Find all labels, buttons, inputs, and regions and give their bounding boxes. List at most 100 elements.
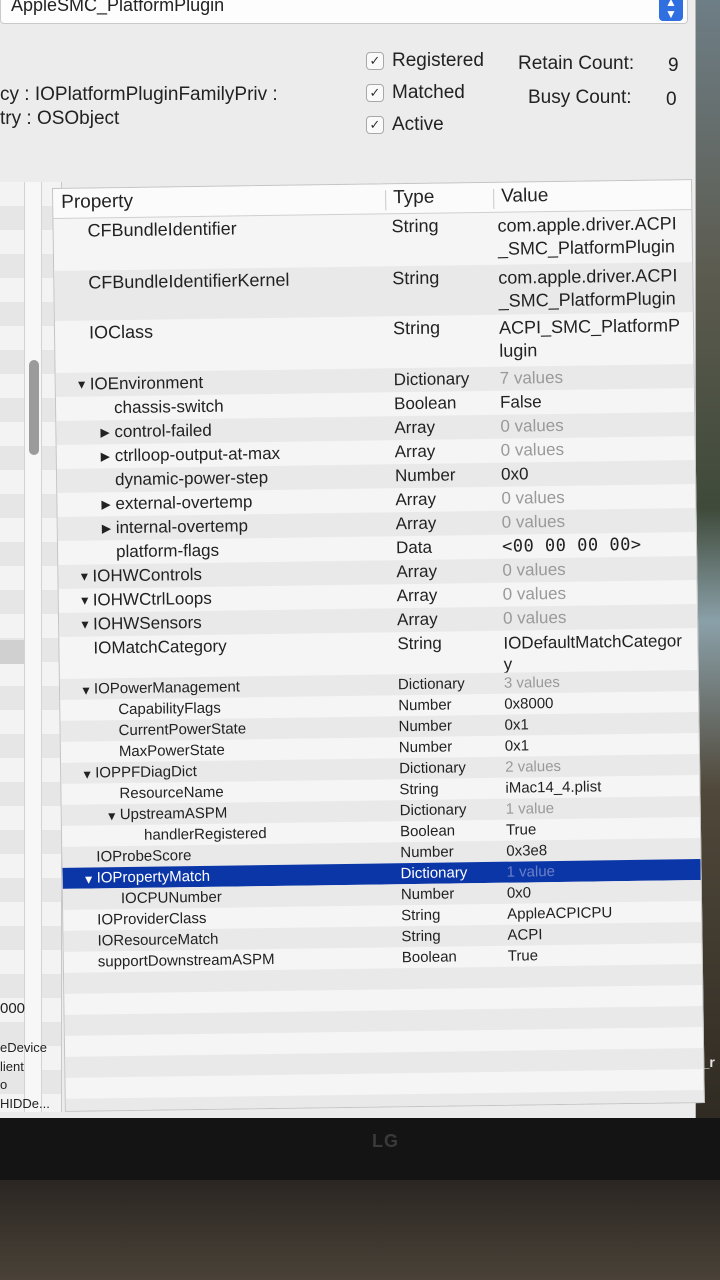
disclosure-open-icon[interactable]: ▼ [81, 767, 93, 781]
disclosure-open-icon[interactable]: ▼ [76, 378, 88, 392]
disclosure-closed-icon[interactable]: ▶ [100, 425, 109, 439]
property-name: CapabilityFlags [118, 699, 221, 719]
property-name: IOPropertyMatch [96, 867, 211, 887]
column-separator[interactable] [385, 190, 387, 211]
checkmark-icon: ✓ [366, 116, 384, 134]
checkmark-icon: ✓ [366, 84, 384, 102]
property-type: Number [400, 843, 454, 862]
property-value: 0 values [502, 583, 567, 604]
table-row[interactable]: CFBundleIdentifier String com.apple.driver… [53, 210, 692, 271]
property-type: String [397, 633, 442, 654]
property-value: 1 value [505, 800, 555, 818]
property-type: Dictionary [399, 759, 466, 778]
tree-selected-row[interactable] [0, 640, 24, 664]
disclosure-closed-icon[interactable]: ▶ [101, 449, 110, 463]
column-separator[interactable] [493, 188, 495, 209]
property-value: 0 values [501, 511, 566, 532]
plane-select[interactable]: AppleSMC_PlatformPlugin ▲ ▼ [0, 0, 688, 24]
tree-item[interactable]: HIDDe... [0, 1096, 50, 1111]
property-value: 0x8000 [504, 695, 554, 713]
busy-count-label: Busy Count: [528, 87, 632, 108]
property-type: Array [395, 489, 437, 510]
tree-item[interactable]: lient [0, 1059, 24, 1074]
property-value: ACPI_SMC_PlatformPlugin [498, 315, 681, 361]
disclosure-closed-icon[interactable]: ▶ [101, 497, 110, 511]
property-type: Data [395, 537, 433, 558]
disclosure-open-icon[interactable]: ▼ [79, 617, 91, 631]
property-value: 0x0 [506, 884, 532, 902]
property-type: Number [398, 738, 453, 757]
property-type: Array [396, 561, 438, 582]
matched-checkbox[interactable]: ✓ Matched [366, 82, 465, 104]
property-name: IOResourceMatch [97, 930, 219, 950]
tree-item[interactable]: eDevice [0, 1040, 47, 1055]
property-name: dynamic-power-step [114, 468, 269, 490]
disclosure-open-icon[interactable]: ▼ [78, 570, 90, 584]
disclosure-open-icon[interactable]: ▼ [106, 809, 118, 823]
checkmark-icon: ✓ [366, 52, 384, 70]
monitor-brand-logo: LG [372, 1131, 399, 1151]
property-name: chassis-switch [113, 396, 224, 418]
property-name: IOHWCtrlLoops [92, 588, 212, 610]
property-name: ResourceName [119, 783, 224, 803]
property-type: Boolean [393, 393, 457, 414]
property-name: UpstreamASPM [119, 804, 228, 824]
property-value: 0 values [501, 487, 565, 508]
disclosure-open-icon[interactable]: ▼ [80, 683, 92, 697]
desk-surface [0, 1180, 720, 1280]
chevron-updown-icon[interactable]: ▲ ▼ [659, 0, 683, 21]
property-name: IOProviderClass [97, 909, 207, 929]
property-name: CFBundleIdentifier [87, 218, 237, 241]
property-type: Array [396, 585, 438, 606]
disclosure-open-icon[interactable]: ▼ [83, 872, 95, 886]
disclosure-closed-icon[interactable]: ▶ [102, 521, 111, 535]
property-name: IOCPUNumber [120, 888, 222, 908]
property-value: 0 values [500, 415, 564, 436]
property-value: True [505, 821, 537, 839]
tree-scrollbar[interactable] [24, 182, 42, 1112]
tree-scrollbar-thumb[interactable] [29, 360, 39, 455]
property-value: 3 values [503, 673, 560, 692]
registered-label: Registered [392, 50, 484, 71]
tree-item[interactable]: o [0, 1077, 7, 1092]
column-header-type[interactable]: Type [393, 187, 435, 210]
property-name: IOPowerManagement [93, 678, 241, 698]
property-value: com.apple.driver.ACPI_SMC_PlatformPlugin [498, 265, 678, 311]
property-table[interactable]: Property Type Value CFBundleIdentifier St… [52, 179, 705, 1112]
property-type: Array [394, 441, 436, 462]
property-value: 0x1 [504, 737, 530, 755]
property-value: AppleACPICPU [507, 904, 613, 923]
property-type: String [401, 906, 441, 925]
property-type: Number [394, 465, 456, 486]
disclosure-open-icon[interactable]: ▼ [79, 594, 91, 608]
property-name: IOClass [88, 321, 154, 343]
retain-count-value: 9 [668, 55, 679, 76]
property-value: 0 values [500, 439, 565, 460]
property-value: True [507, 947, 539, 965]
property-type: Dictionary [399, 801, 467, 820]
property-type: Boolean [401, 948, 457, 967]
property-value: 0x3e8 [506, 842, 548, 860]
property-value: 2 values [505, 757, 562, 776]
property-value: iMac14_4.plist [505, 778, 602, 797]
property-value: 0 values [502, 607, 567, 628]
column-header-property[interactable]: Property [61, 191, 133, 214]
property-type: Dictionary [400, 864, 468, 883]
property-type: Array [396, 609, 438, 630]
column-header-value[interactable]: Value [501, 185, 548, 208]
tree-item[interactable]: 000 [0, 1000, 25, 1017]
property-value: IODefaultMatchCategory [503, 631, 683, 674]
property-name: IOPPFDiagDict [95, 763, 197, 782]
busy-count-value: 0 [666, 89, 677, 110]
property-type: String [401, 927, 441, 946]
active-label: Active [392, 114, 444, 135]
property-name: IOProbeScore [96, 847, 192, 866]
property-value: <00 00 00 00> [501, 534, 642, 557]
registered-checkbox[interactable]: ✓ Registered [366, 50, 484, 72]
property-value: 0x1 [504, 716, 529, 734]
active-checkbox[interactable]: ✓ Active [366, 114, 444, 136]
table-row[interactable]: CFBundleIdentifierKernel String com.apple.… [54, 262, 693, 321]
property-type: Number [400, 885, 455, 904]
property-value: 7 values [499, 367, 564, 388]
table-row[interactable]: IOClass String ACPI_SMC_PlatformPlugin [55, 312, 694, 373]
